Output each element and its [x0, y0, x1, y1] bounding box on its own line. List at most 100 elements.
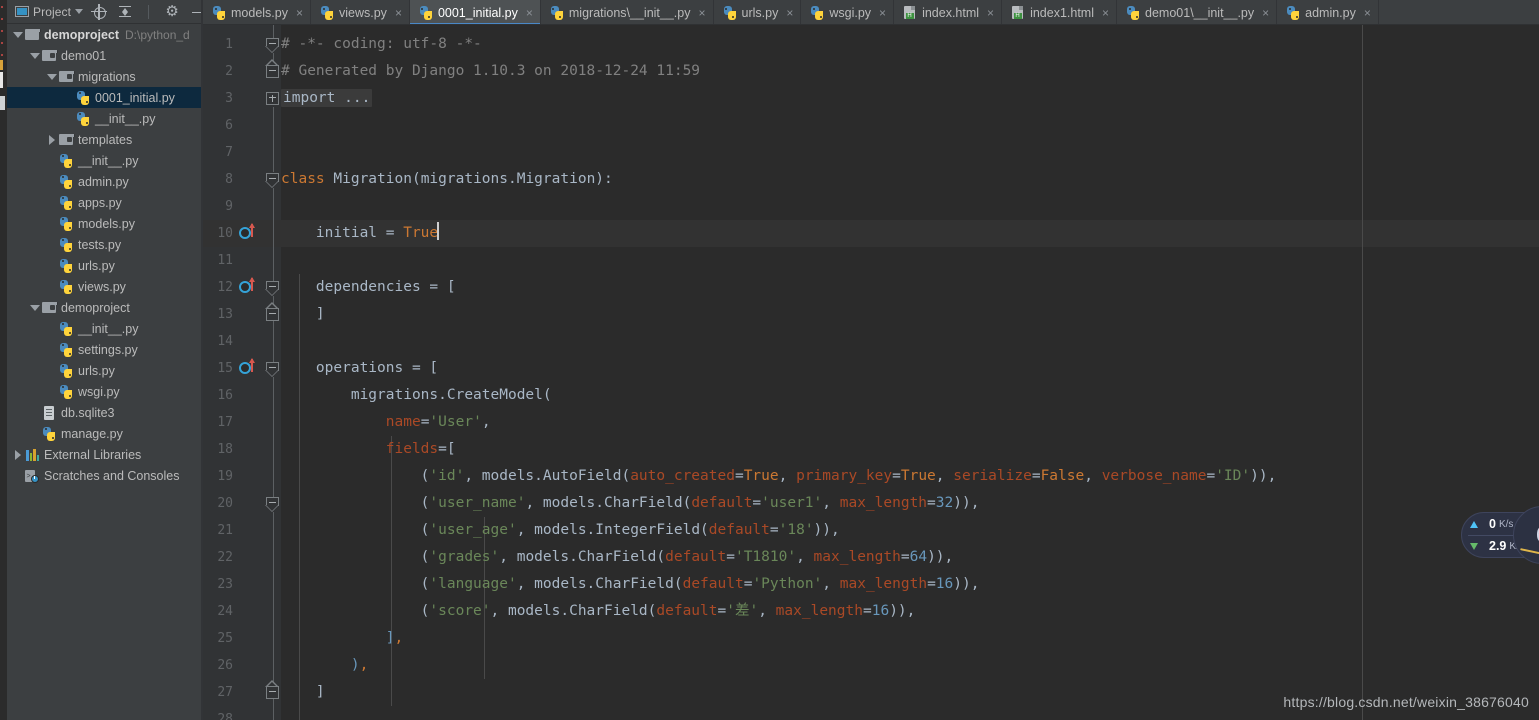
close-icon[interactable]: ×	[526, 7, 533, 19]
close-icon[interactable]: ×	[1364, 7, 1371, 19]
tree-twisty-open[interactable]	[29, 297, 41, 318]
tree-item[interactable]: views.py	[7, 276, 201, 297]
editor-code-area[interactable]: # -*- coding: utf-8 -*- # Generated by Dj…	[281, 25, 1539, 720]
tree-item[interactable]: tests.py	[7, 234, 201, 255]
line-number: 2	[225, 64, 233, 79]
tab-admin-py[interactable]: admin.py ×	[1277, 0, 1379, 24]
tree-item[interactable]: wsgi.py	[7, 381, 201, 402]
tree-twisty-open[interactable]	[46, 66, 58, 87]
tree-item[interactable]: templates	[7, 129, 201, 150]
code-line[interactable]: ]	[281, 679, 325, 706]
close-icon[interactable]: ×	[786, 7, 793, 19]
override-marker-icon[interactable]	[239, 358, 261, 376]
close-icon[interactable]: ×	[296, 7, 303, 19]
line-number: 26	[217, 658, 233, 673]
code-token: # Generated by Django 1.10.3 on 2018-12-…	[281, 63, 701, 79]
code-line[interactable]: ),	[281, 652, 368, 679]
collapse-all-icon[interactable]	[117, 4, 133, 20]
tree-twisty-spacer	[46, 192, 58, 213]
line-number: 18	[217, 442, 233, 457]
tree-item[interactable]: __init__.py	[7, 150, 201, 171]
close-icon[interactable]: ×	[1102, 7, 1109, 19]
tree-item[interactable]: admin.py	[7, 171, 201, 192]
code-line[interactable]: # Generated by Django 1.10.3 on 2018-12-…	[281, 58, 700, 85]
override-marker-icon[interactable]	[239, 277, 261, 295]
fold-region-dependencies[interactable]	[265, 280, 280, 296]
code-line[interactable]: # -*- coding: utf-8 -*-	[281, 31, 482, 58]
code-token: ,	[935, 468, 954, 484]
tree-item[interactable]: demoproject D:\python_d	[7, 24, 201, 45]
line-number: 7	[225, 145, 233, 160]
tab-demo01-init-py[interactable]: demo01\__init__.py ×	[1117, 0, 1278, 24]
code-line[interactable]: operations = [	[281, 355, 438, 382]
code-line[interactable]: ('score', models.CharField(default='差', …	[281, 598, 916, 625]
tab-models-py[interactable]: models.py ×	[203, 0, 311, 24]
close-icon[interactable]: ×	[1262, 7, 1269, 19]
tree-item[interactable]: db.sqlite3	[7, 402, 201, 423]
tree-item[interactable]: manage.py	[7, 423, 201, 444]
tree-item[interactable]: settings.py	[7, 339, 201, 360]
fold-region-fields-end[interactable]	[265, 680, 280, 700]
tree-twisty-closed[interactable]	[12, 444, 24, 465]
tree-item[interactable]: > Scratches and Consoles	[7, 465, 201, 486]
code-line[interactable]: ('language', models.CharField(default = 'P…	[281, 571, 980, 598]
tree-item[interactable]: urls.py	[7, 255, 201, 276]
tab-label: demo01\__init__.py	[1145, 5, 1255, 20]
code-line[interactable]: ]	[281, 301, 325, 328]
fold-region-imports[interactable]	[265, 59, 280, 79]
code-line[interactable]: class Migration(migrations.Migration):	[281, 166, 613, 193]
code-line[interactable]: import ...	[281, 85, 373, 112]
tree-twisty-open[interactable]	[12, 24, 24, 45]
fold-region-operations[interactable]	[265, 361, 280, 377]
tab-0001-initial-py[interactable]: 0001_initial.py ×	[409, 0, 541, 24]
tree-item-label: apps.py	[78, 195, 122, 210]
close-icon[interactable]: ×	[699, 7, 706, 19]
fold-region-fields[interactable]	[265, 496, 280, 512]
fold-region-file-header[interactable]	[265, 37, 280, 53]
fold-expand-imports[interactable]	[265, 91, 280, 106]
code-line[interactable]: migrations.CreateModel(	[281, 382, 552, 409]
code-line[interactable]: ('user_name', models.CharField(default='…	[281, 490, 980, 517]
code-line[interactable]: ('grades', models.CharField(default='T18…	[281, 544, 954, 571]
tab-migrations-init-py[interactable]: migrations\__init__.py ×	[541, 0, 714, 24]
tab-index-html[interactable]: Hindex.html ×	[894, 0, 1003, 24]
code-editor[interactable]: 1 2 3 6 7 8 9 10 11 12 13 14 15 16 17 18 19 20 21 22 23 24 25 2…	[203, 25, 1539, 720]
override-marker-icon[interactable]	[239, 223, 261, 241]
tree-item[interactable]: apps.py	[7, 192, 201, 213]
code-line[interactable]: ('id', models.AutoField(auto_created=Tru…	[281, 463, 1277, 490]
tree-item[interactable]: External Libraries	[7, 444, 201, 465]
tree-item-selected[interactable]: 0001_initial.py	[7, 87, 201, 108]
locate-icon[interactable]	[91, 3, 108, 20]
tree-item[interactable]: demoproject	[7, 297, 201, 318]
chevron-down-icon[interactable]	[75, 9, 84, 14]
code-line[interactable]: dependencies = [	[281, 274, 456, 301]
gear-icon[interactable]: ⚙	[164, 3, 180, 20]
tree-item[interactable]: __init__.py	[7, 318, 201, 339]
fold-region-dependencies-end[interactable]	[265, 302, 280, 322]
tree-twisty-open[interactable]	[29, 45, 41, 66]
tab-urls-py[interactable]: urls.py ×	[714, 0, 802, 24]
code-line[interactable]: name='User',	[281, 409, 491, 436]
tree-item[interactable]: demo01	[7, 45, 201, 66]
close-icon[interactable]: ×	[879, 7, 886, 19]
tab-views-py[interactable]: views.py ×	[311, 0, 410, 24]
close-icon[interactable]: ×	[987, 7, 994, 19]
project-title-button[interactable]: Project	[7, 5, 84, 19]
tree-item[interactable]: __init__.py	[7, 108, 201, 129]
close-icon[interactable]: ×	[395, 7, 402, 19]
tree-twisty-closed[interactable]	[46, 129, 58, 150]
project-tree[interactable]: demoproject D:\python_d demo01 migrations 00…	[7, 24, 201, 720]
code-line[interactable]: initial = True	[281, 220, 439, 247]
code-line[interactable]: ],	[281, 625, 403, 652]
tree-item[interactable]: urls.py	[7, 360, 201, 381]
editor-tab-bar[interactable]: models.py × views.py × 0001_initial.py × migra…	[203, 0, 1539, 25]
fold-region-class[interactable]	[265, 172, 280, 188]
editor-gutter[interactable]: 1 2 3 6 7 8 9 10 11 12 13 14 15 16 17 18 19 20 21 22 23 24 25 2…	[203, 25, 281, 720]
tab-index1-html[interactable]: Hindex1.html ×	[1002, 0, 1118, 24]
code-line[interactable]: ('user_age', models.IntegerField(default…	[281, 517, 840, 544]
tree-item[interactable]: models.py	[7, 213, 201, 234]
tree-item[interactable]: migrations	[7, 66, 201, 87]
tab-wsgi-py[interactable]: wsgi.py ×	[801, 0, 895, 24]
code-line[interactable]: fields=[	[281, 436, 456, 463]
code-folding-column[interactable]	[265, 25, 281, 720]
